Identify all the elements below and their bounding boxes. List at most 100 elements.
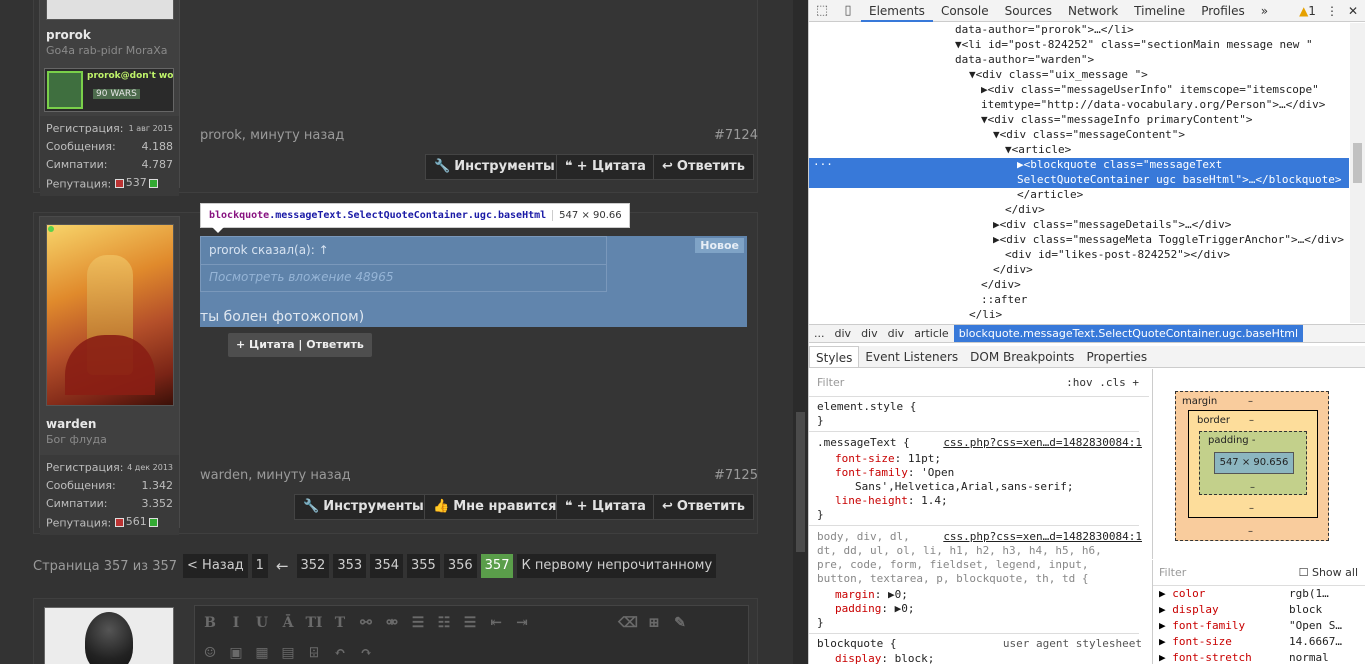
undo-button[interactable]: ↶: [329, 642, 351, 664]
computed-prop[interactable]: ▶ font-family "Open S…: [1153, 618, 1365, 634]
quote-author[interactable]: prorok сказал(а): ↑: [209, 243, 329, 257]
computed-filter[interactable]: Filter ☐ Show all: [1153, 560, 1365, 586]
indent-button[interactable]: ⇥: [511, 612, 533, 634]
media-button[interactable]: ▦: [251, 642, 273, 664]
tab-elements[interactable]: Elements: [861, 0, 933, 22]
prev-page-button[interactable]: < Назад: [183, 554, 248, 578]
avatar[interactable]: [46, 0, 174, 20]
image-button[interactable]: ▣: [225, 642, 247, 664]
username[interactable]: prorok: [46, 28, 91, 42]
tools-button[interactable]: 🔧 Инструменты: [425, 154, 564, 180]
box-border[interactable]: border – – padding - – 547 × 90.656: [1188, 410, 1318, 518]
dom-node[interactable]: </article>: [809, 188, 1349, 203]
dom-node[interactable]: </div>: [809, 203, 1349, 218]
dom-node[interactable]: ▶<div class="messageDetails">…</div>: [809, 218, 1349, 233]
dom-node[interactable]: ▼<article>: [809, 143, 1349, 158]
tab-network[interactable]: Network: [1060, 0, 1126, 22]
bold-button[interactable]: B: [199, 612, 221, 634]
rep-plus-icon[interactable]: [148, 517, 158, 527]
post-author-time[interactable]: prorok, минуту назад: [200, 128, 344, 143]
page-356[interactable]: 356: [443, 554, 477, 578]
close-icon[interactable]: ✕: [1348, 4, 1358, 18]
dom-node[interactable]: <div id="likes-post-824252"></div>: [809, 248, 1349, 263]
tab-styles[interactable]: Styles: [809, 346, 860, 367]
attachment-link[interactable]: Посмотреть вложение 48965: [209, 270, 394, 284]
post-number[interactable]: #7125: [714, 468, 758, 483]
page-354[interactable]: 354: [370, 554, 403, 578]
rule-element-style[interactable]: element.style {: [817, 400, 1142, 414]
dom-node[interactable]: </div>: [809, 278, 1349, 293]
strike-button[interactable]: Ā: [277, 612, 299, 634]
elements-scrollbar[interactable]: [1350, 23, 1365, 323]
link-button[interactable]: ⚯: [355, 612, 377, 634]
device-mode-icon[interactable]: ▯: [835, 3, 861, 18]
font-size-button[interactable]: T: [329, 612, 351, 634]
dom-node[interactable]: data-author="warden">: [809, 53, 1349, 68]
dom-node[interactable]: ▶<div class="messageUserInfo" itemscope=…: [809, 83, 1349, 98]
show-all-checkbox[interactable]: ☐ Show all: [1299, 560, 1358, 586]
like-button[interactable]: 👍 Мне нравится: [424, 494, 566, 520]
crumb[interactable]: div: [830, 325, 857, 342]
crumb[interactable]: div: [856, 325, 883, 342]
save-button[interactable]: ⌹: [303, 642, 325, 664]
crumb-selected[interactable]: blockquote.messageText.SelectQuoteContai…: [953, 325, 1304, 342]
crumb[interactable]: ...: [809, 325, 830, 342]
number-list-button[interactable]: ☰: [459, 612, 481, 634]
dom-node[interactable]: itemtype="http://data-vocabulary.org/Per…: [809, 98, 1349, 113]
styles-filter-tools[interactable]: :hov .cls +: [1066, 369, 1139, 397]
post-number[interactable]: #7124: [714, 128, 758, 143]
dom-node[interactable]: ▼<div class="messageInfo primaryContent"…: [809, 113, 1349, 128]
stylesheet-link[interactable]: css.php?css=xen…d=1482830084:1: [943, 530, 1142, 544]
tab-profiles[interactable]: Profiles: [1193, 0, 1253, 22]
computed-prop[interactable]: ▶ font-size 14.6667…: [1153, 634, 1365, 650]
page-352[interactable]: 352: [296, 554, 330, 578]
text-color-button[interactable]: TI: [303, 612, 325, 634]
insert-button[interactable]: ⊞: [643, 612, 665, 634]
rep-plus-icon[interactable]: [148, 178, 158, 188]
rep-minus-icon[interactable]: [114, 517, 124, 527]
more-tabs-button[interactable]: »: [1253, 0, 1276, 22]
dom-node[interactable]: ▼<div class="uix_message ">: [809, 68, 1349, 83]
page-1[interactable]: 1: [251, 554, 268, 578]
computed-prop[interactable]: ▶ color rgb(1…: [1153, 586, 1365, 602]
tools-button[interactable]: 🔧 Инструменты: [294, 494, 433, 520]
menu-icon[interactable]: ⋮: [1326, 4, 1338, 18]
page-353[interactable]: 353: [333, 554, 367, 578]
post-author-time[interactable]: warden, минуту назад: [200, 468, 351, 483]
node-actions-icon[interactable]: ···: [813, 158, 833, 173]
tab-timeline[interactable]: Timeline: [1126, 0, 1193, 22]
tools-icon[interactable]: ✎: [669, 612, 691, 634]
reply-button[interactable]: ↩ Ответить: [653, 154, 754, 180]
redo-button[interactable]: ↷: [355, 642, 377, 664]
bullet-list-button[interactable]: ☷: [433, 612, 455, 634]
rep-minus-icon[interactable]: [114, 178, 124, 188]
quote-reply-popup[interactable]: + Цитата | Ответить: [228, 333, 372, 357]
computed-prop[interactable]: ▶ font-stretch normal: [1153, 650, 1365, 664]
box-padding[interactable]: padding - – 547 × 90.656: [1199, 431, 1307, 495]
dom-node[interactable]: </div>: [809, 263, 1349, 278]
rule-messagetext[interactable]: .messageText {css.php?css=xen…d=14828300…: [817, 436, 1142, 450]
warning-counter[interactable]: ▲1: [1299, 4, 1316, 18]
page-355[interactable]: 355: [407, 554, 440, 578]
tab-sources[interactable]: Sources: [997, 0, 1060, 22]
unlink-button[interactable]: ⚮: [381, 612, 403, 634]
quote-button[interactable]: ❝ + Цитата: [556, 154, 655, 180]
avatar[interactable]: [46, 224, 174, 406]
computed-prop[interactable]: ▶ display block: [1153, 602, 1365, 618]
rule-user-agent[interactable]: blockquote {user agent stylesheet: [817, 637, 1142, 651]
message-blockquote[interactable]: prorok сказал(а): ↑ Посмотреть вложение …: [200, 236, 747, 327]
code-button[interactable]: ▤: [277, 642, 299, 664]
tab-console[interactable]: Console: [933, 0, 997, 22]
dom-node[interactable]: ▼<div class="messageContent">: [809, 128, 1349, 143]
page-357[interactable]: 357: [480, 554, 514, 578]
page-jump-icon[interactable]: ←: [272, 557, 293, 575]
dom-node[interactable]: ::after: [809, 293, 1349, 308]
eraser-button[interactable]: ⌫: [617, 612, 639, 634]
tab-dom-breakpoints[interactable]: DOM Breakpoints: [964, 346, 1080, 367]
first-unread-button[interactable]: К первому непрочитанному: [517, 554, 717, 578]
crumb[interactable]: div: [883, 325, 910, 342]
username[interactable]: warden: [46, 417, 96, 431]
underline-button[interactable]: U: [251, 612, 273, 634]
align-button[interactable]: ☰: [407, 612, 429, 634]
dom-node[interactable]: ▼<li id="post-824252" class="sectionMain…: [809, 38, 1349, 53]
